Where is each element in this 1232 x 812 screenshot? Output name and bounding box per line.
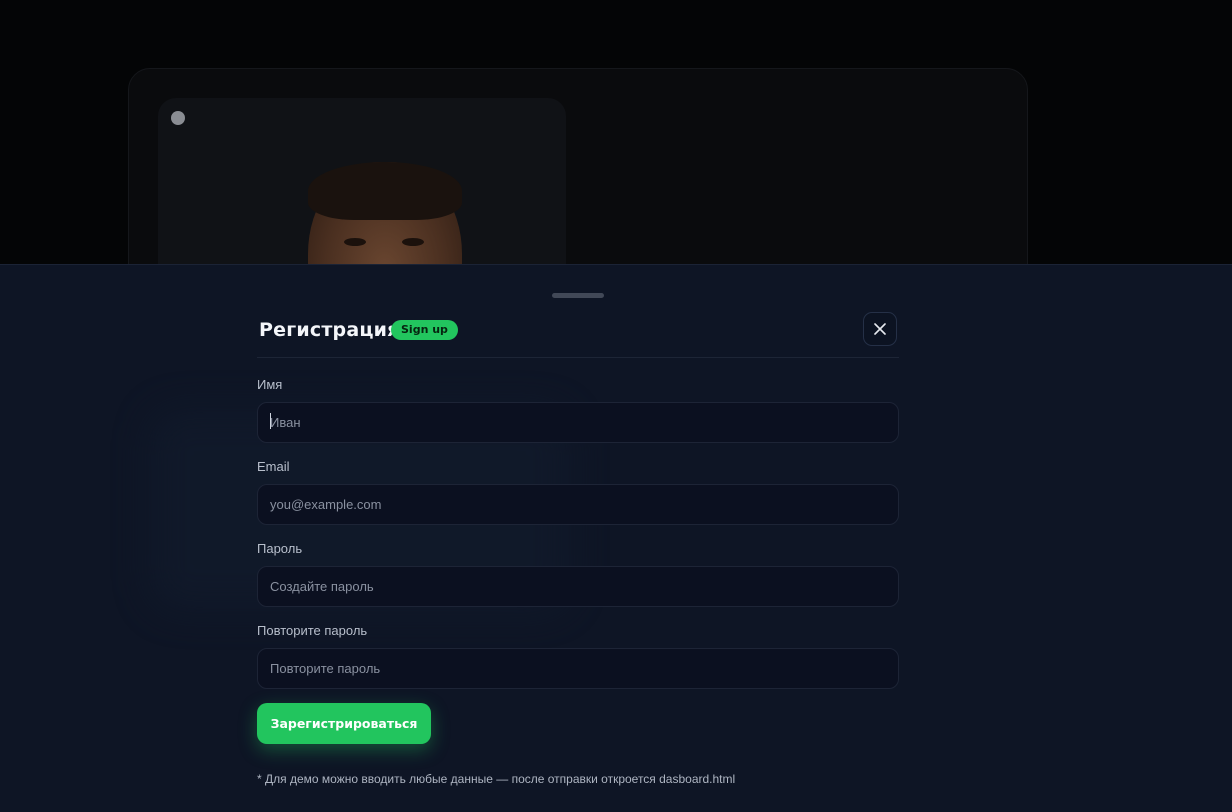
close-button[interactable] bbox=[863, 312, 897, 346]
password-repeat-input[interactable] bbox=[257, 648, 899, 689]
register-button[interactable]: Зарегистрироваться bbox=[257, 703, 431, 744]
photo-eye-right bbox=[402, 238, 424, 246]
close-icon bbox=[874, 323, 886, 335]
demo-footnote: * Для демо можно вводить любые данные — … bbox=[257, 772, 736, 786]
email-input[interactable] bbox=[257, 484, 899, 525]
signup-badge: Sign up bbox=[391, 320, 458, 340]
email-label: Email bbox=[257, 459, 290, 474]
photo-hair bbox=[308, 162, 462, 220]
photo-eye-left bbox=[344, 238, 366, 246]
modal-title: Регистрация bbox=[259, 319, 400, 341]
password-input[interactable] bbox=[257, 566, 899, 607]
text-caret bbox=[270, 413, 271, 429]
modal-header: Регистрация Sign up bbox=[257, 312, 899, 358]
password-label: Пароль bbox=[257, 541, 303, 556]
password-repeat-label: Повторите пароль bbox=[257, 623, 368, 638]
status-dot bbox=[171, 111, 185, 125]
name-label: Имя bbox=[257, 377, 283, 392]
name-input[interactable] bbox=[257, 402, 899, 443]
sheet-drag-handle[interactable] bbox=[552, 293, 604, 298]
